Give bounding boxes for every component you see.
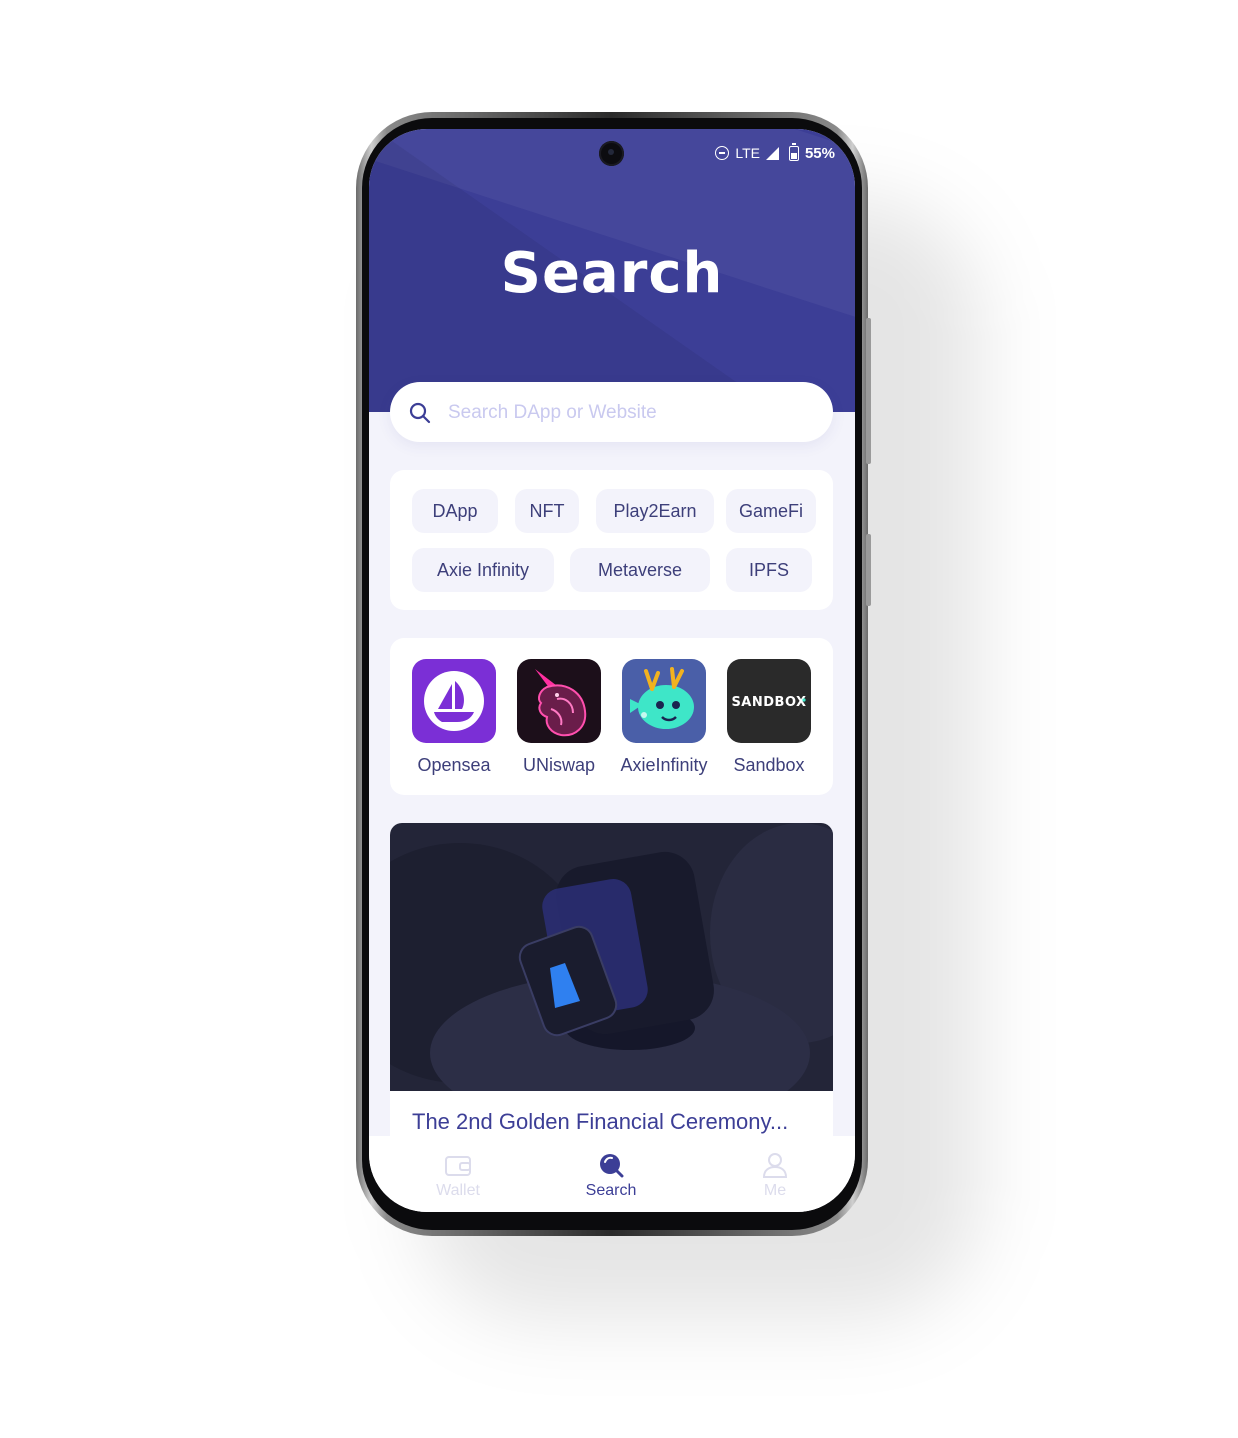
tab-label: Search [585,1182,637,1199]
battery-icon [788,142,799,161]
sandbox-logo[interactable]: SANDBOX [727,659,811,743]
tab-search[interactable]: Search [551,1152,671,1200]
tag-metaverse[interactable]: Metaverse [570,548,710,592]
search-icon[interactable] [408,401,432,425]
tab-label: Me [763,1182,787,1199]
status-bar: LTE 55% [715,142,835,163]
svg-text:SANDBOX: SANDBOX [731,695,806,710]
tag-dapp[interactable]: DApp [412,489,498,533]
page-title: Search [500,241,724,306]
tab-wallet[interactable]: Wallet [398,1152,518,1200]
tag-axie-infinity[interactable]: Axie Infinity [412,548,554,592]
do-not-disturb-icon [715,146,730,160]
app-sandbox[interactable]: SANDBOX Sandbox [716,659,822,776]
axie-infinity-logo[interactable] [622,659,706,743]
search-tab-icon [600,1154,624,1178]
tab-me[interactable]: Me [715,1152,835,1200]
battery-percent: 55% [804,144,835,162]
app-opensea[interactable]: Opensea [401,659,507,776]
tags-card: DApp NFT Play2Earn GameFi Axie Infinity … [390,470,833,610]
tag-ipfs[interactable]: IPFS [726,548,812,592]
app-label: Sandbox [733,755,805,775]
app-label: UNiswap [522,755,596,775]
search-input[interactable] [446,396,810,430]
news-card[interactable]: The 2nd Golden Financial Ceremony... [390,823,833,1153]
user-icon [762,1153,788,1178]
uniswap-logo[interactable] [517,659,601,743]
app-label: AxieInfinity [620,755,708,775]
tab-label: Wallet [436,1182,480,1199]
app-label: Opensea [417,755,491,775]
featured-apps-card: Opensea UNiswap AxieInfinity SANDBOX San… [390,638,833,795]
network-type: LTE [735,145,760,161]
volume-button [866,318,871,464]
camera-cutout [599,141,624,166]
search-bar[interactable] [390,382,833,442]
screen: LTE 55% Search DApp NFT Play2Earn GameFi… [369,129,855,1212]
tag-nft[interactable]: NFT [515,489,579,533]
app-axie-infinity[interactable]: AxieInfinity [611,659,717,776]
news-image[interactable] [390,823,833,1091]
tag-play2earn[interactable]: Play2Earn [596,489,714,533]
tag-gamefi[interactable]: GameFi [726,489,816,533]
app-uniswap[interactable]: UNiswap [506,659,612,776]
signal-icon [765,146,779,160]
bottom-tab-bar: Wallet Search Me [369,1136,855,1212]
opensea-logo[interactable] [412,659,496,743]
wallet-icon [445,1156,471,1176]
news-title[interactable]: The 2nd Golden Financial Ceremony... [412,1109,788,1135]
power-button [866,534,871,606]
